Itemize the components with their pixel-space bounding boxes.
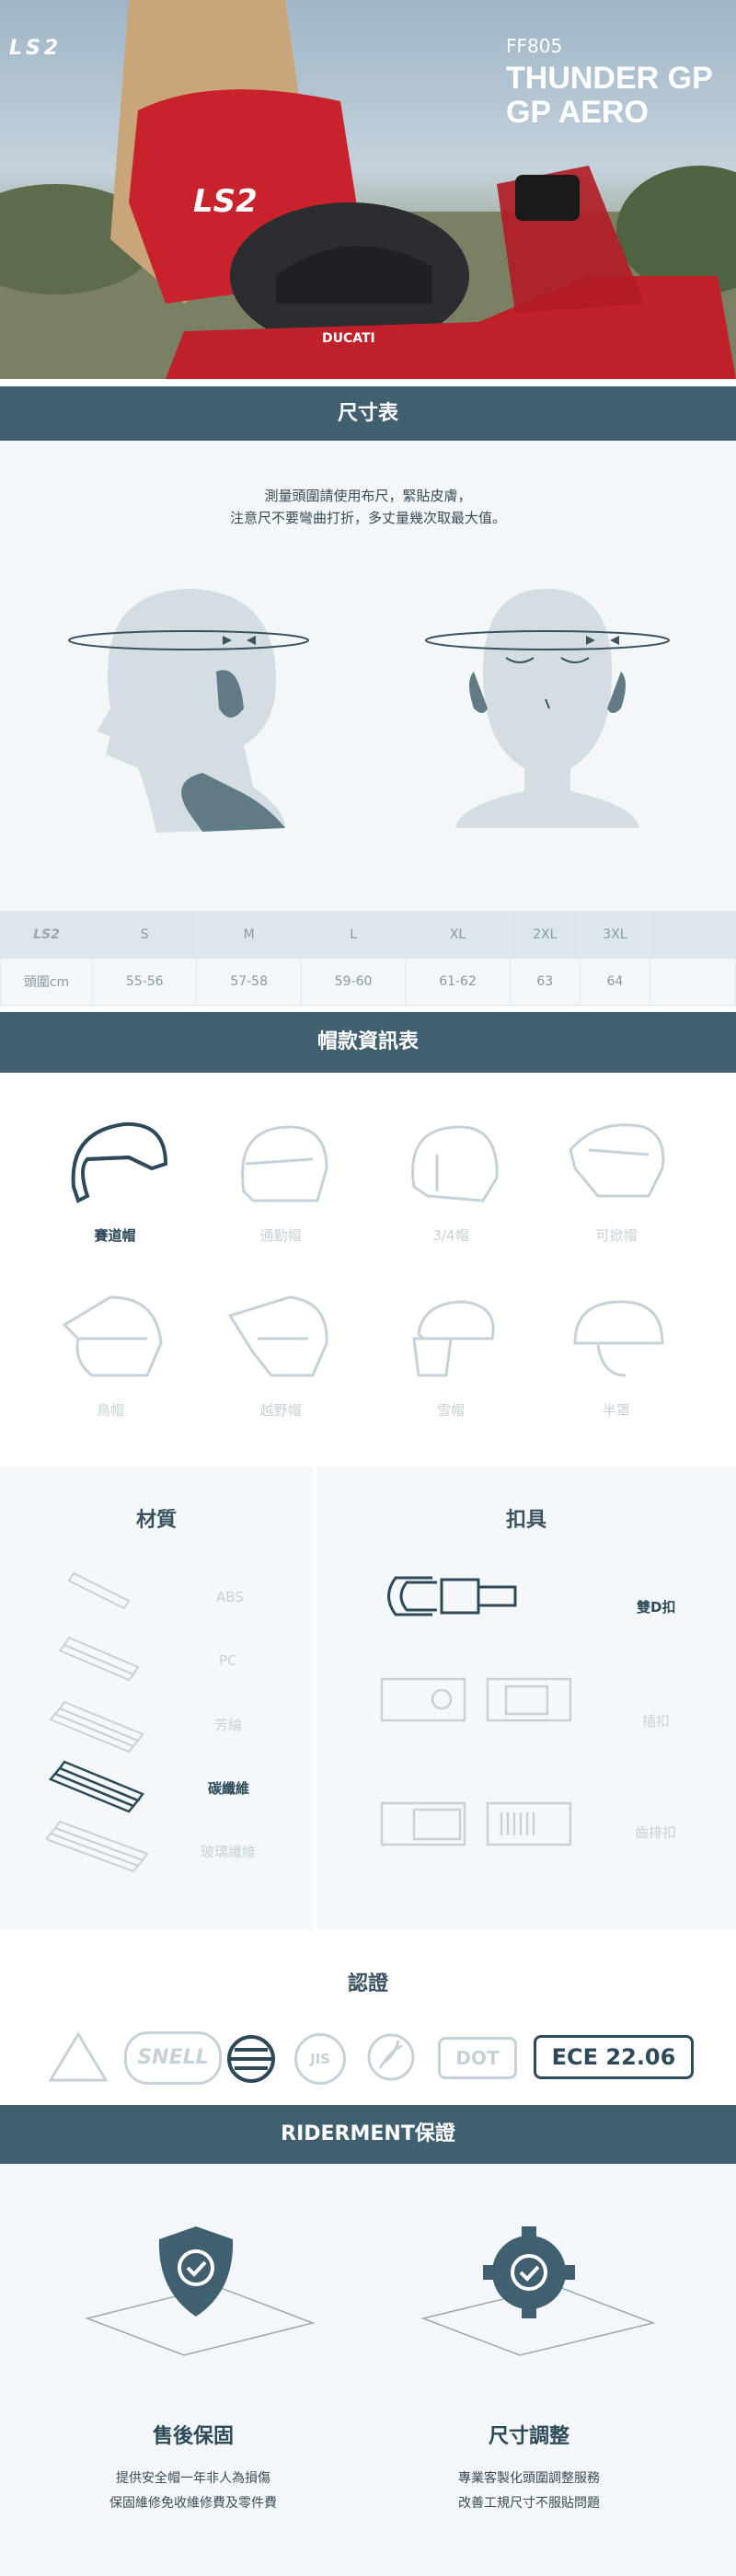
head-side-illustration [68,589,309,833]
helmet-types-heading: 帽款資訊表 [0,1012,736,1073]
warranty-illustration [85,2226,316,2356]
size-adjust-illustration [420,2226,656,2356]
buckle-label: 齒排扣 [635,1824,677,1841]
helmet-type-adventure: 鳥帽 [51,1288,170,1420]
ccc-cert-icon [227,2035,275,2083]
value-cell: 61-62 [405,958,511,1006]
head-front-illustration [425,589,670,828]
size-header-row: LS2 S M L XL 2XL 3XL [0,911,736,959]
open-face-helmet-icon [411,1125,499,1202]
size-cell: 2XL [509,911,581,959]
helmet-type-snow: 雪帽 [391,1288,511,1420]
snell-cert: SNELL [124,2031,222,2085]
warranty-desc-line2: 保固維修免收維修費及零件費 [109,2496,277,2511]
helmet-type-label: 通勤帽 [259,1227,302,1244]
brand-mark: LS2 [33,927,60,942]
korea-cert-icon [367,2033,415,2081]
value-cell: 59-60 [300,958,407,1006]
product-title: THUNDER GP [506,61,713,96]
head-circumference-row: 頭圍cm 55-56 57-58 59-60 61-62 63 64 [0,958,736,1006]
helmet-type-offroad: 越野帽 [221,1288,340,1420]
buckle-label: 插扣 [642,1713,671,1730]
measure-note-line1: 測量頭圍請使用布尺，緊貼皮膚， [264,488,472,504]
helmet-type-half: 半罩 [557,1288,676,1420]
double-d-ring-icon [387,1576,517,1616]
ratchet-buckle-icon [380,1801,572,1846]
model-number: FF805 [506,35,563,57]
material-label-active: 碳纖維 [208,1780,250,1797]
value-cell: 64 [579,958,651,1006]
commuter-helmet-icon [241,1125,328,1202]
size-cell: M [196,911,302,959]
certification-heading: 認證 [347,1972,388,1995]
size-cell: XL [405,911,511,959]
material-label: ABS [216,1589,244,1605]
material-label: 芳綸 [214,1717,243,1733]
size-cell: 3XL [579,911,651,959]
size-adjust-desc-line2: 改善工規尺寸不服貼問題 [458,2496,600,2511]
fullface-helmet-icon [71,1121,168,1203]
helmet-type-commuter: 通勤帽 [221,1113,340,1245]
material-heading: 材質 [135,1509,177,1532]
jis-cert: JIS [294,2033,346,2085]
helmet-type-fullface: 賽道帽 [55,1113,175,1245]
half-helmet-icon [573,1300,664,1377]
material-label: PC [219,1652,237,1669]
value-cell: 55-56 [91,958,198,1006]
size-cell: S [91,911,198,959]
size-chart-heading: 尺寸表 [0,386,736,441]
material-layers-illustration [46,1571,149,1873]
offroad-helmet-icon [227,1295,328,1377]
gear-check-icon [483,2226,575,2318]
size-logo-cell: LS2 [0,911,93,959]
product-subtitle: GP AERO [506,95,649,130]
svg-text:DUCATI: DUCATI [322,331,375,346]
modular-helmet-icon [569,1123,665,1198]
helmet-type-label: 3/4帽 [432,1227,469,1244]
size-table: LS2 S M L XL 2XL 3XL 頭圍cm 55-56 57-58 59… [0,911,736,1006]
buckle-illustrations [380,1576,572,1846]
helmet-type-label: 賽道帽 [94,1227,136,1244]
hero-photo: LS2 DUCATI [0,0,736,379]
value-cell: 57-58 [196,958,302,1006]
helmet-type-modular: 可掀帽 [557,1113,676,1245]
size-adjust-desc-line1: 專業客製化頭圍調整服務 [458,2471,600,2486]
helmet-type-open-face: 3/4帽 [391,1113,511,1245]
size-cell: L [300,911,407,959]
warranty-desc-line1: 提供安全帽一年非人為損傷 [116,2471,270,2486]
helmet-type-label: 可掀帽 [595,1227,638,1244]
buckle-heading: 扣具 [505,1509,546,1532]
svg-text:LS2: LS2 [193,183,258,220]
helmet-type-label: 鳥帽 [96,1402,124,1419]
helmet-type-label: 雪帽 [436,1402,465,1419]
helmet-type-label: 越野帽 [259,1402,302,1419]
dot-cert: DOT [438,2037,517,2079]
triangle-cert-icon [48,2031,109,2082]
brand-logo: LS2 [9,37,63,60]
guarantee-heading: RIDERMENT保證 [0,2105,736,2164]
material-label: 玻璃纖維 [201,1844,257,1860]
adventure-helmet-icon [62,1295,163,1377]
hero-banner: LS2 DUCATI LS2 FF805 THUNDER GP GP AERO [0,0,736,379]
row-label: 頭圍cm [0,958,93,1006]
ece-cert-active: ECE 22.06 [534,2035,694,2079]
measure-note-line2: 注意尺不要彎曲打折，多丈量幾次取最大值。 [229,510,506,526]
clip-buckle-icon [380,1677,572,1722]
buckle-label-active: 雙D扣 [637,1599,676,1616]
warranty-title: 售後保固 [152,2425,234,2448]
helmet-type-label: 半罩 [602,1402,630,1419]
size-adjust-title: 尺寸調整 [488,2425,569,2448]
snow-helmet-icon [412,1300,495,1377]
value-cell: 63 [509,958,581,1006]
